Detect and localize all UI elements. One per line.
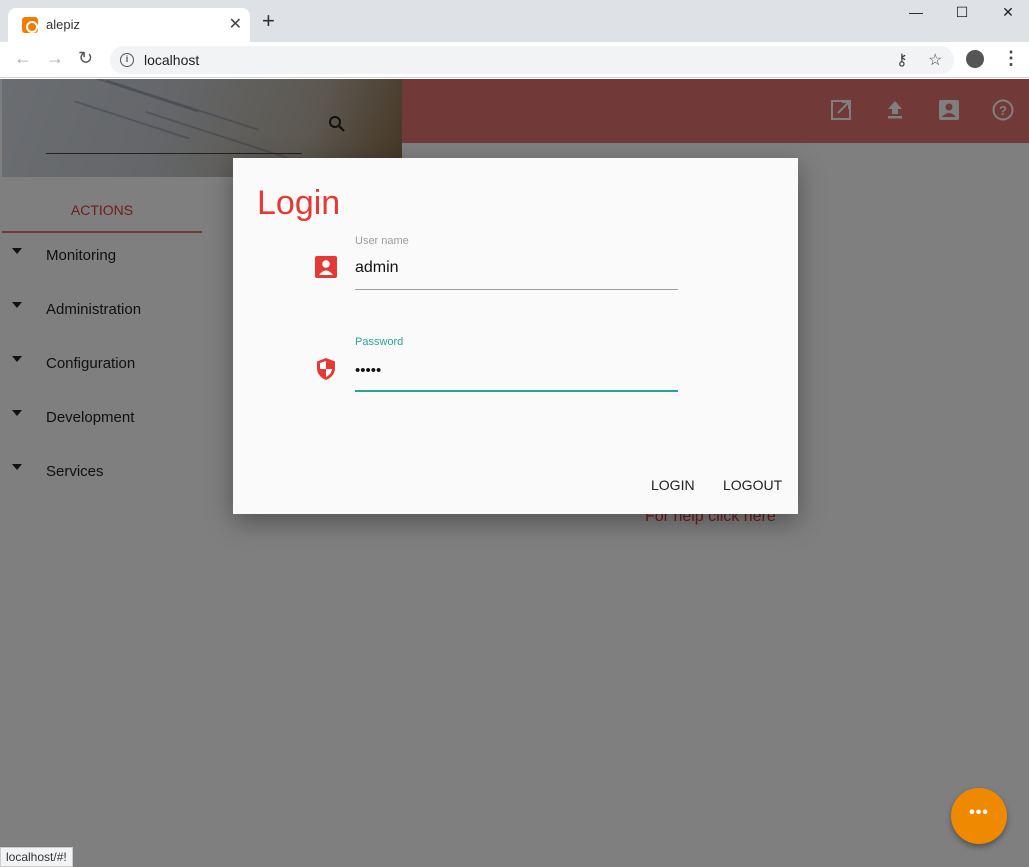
tab-title: alepiz: [46, 17, 80, 32]
tab-close-icon[interactable]: ✕: [229, 14, 242, 34]
username-underline: [355, 289, 678, 290]
username-field[interactable]: [355, 253, 678, 283]
star-icon[interactable]: ☆: [928, 50, 942, 70]
profile-icon[interactable]: [966, 50, 984, 68]
forward-arrow-icon[interactable]: →: [46, 48, 64, 69]
login-button[interactable]: LOGIN: [651, 477, 695, 493]
maximize-button[interactable]: ☐: [939, 4, 985, 21]
reload-icon[interactable]: ↻: [78, 48, 93, 69]
login-title: Login: [257, 184, 341, 222]
security-shield-icon: [315, 357, 337, 380]
login-dialog: Login User name Password LOGIN LOGOUT: [233, 158, 798, 514]
address-bar[interactable]: i localhost ⚷ ☆: [110, 46, 954, 74]
back-arrow-icon[interactable]: ←: [14, 48, 32, 69]
close-window-button[interactable]: ✕: [985, 4, 1029, 21]
site-info-icon[interactable]: i: [120, 53, 134, 67]
username-label: User name: [355, 235, 409, 247]
account-box-icon: [315, 256, 337, 278]
url-text[interactable]: localhost: [144, 52, 199, 68]
browser-toolbar: ← → ↻ i localhost ⚷ ☆ ⋮: [0, 42, 1029, 78]
more-horizontal-icon: •••: [969, 804, 989, 821]
menu-kebab-icon[interactable]: ⋮: [1002, 48, 1020, 69]
link-status-bar: localhost/#!: [0, 847, 73, 867]
key-icon[interactable]: ⚷: [896, 50, 908, 70]
password-underline: [355, 390, 678, 392]
new-tab-button[interactable]: +: [262, 10, 275, 32]
password-label: Password: [355, 336, 404, 348]
password-field[interactable]: [355, 355, 678, 385]
alepiz-favicon-icon: [22, 17, 38, 33]
browser-tab[interactable]: alepiz ✕: [8, 8, 250, 42]
minimize-button[interactable]: —: [893, 4, 939, 20]
browser-tabstrip: alepiz ✕ + — ☐ ✕: [0, 0, 1029, 42]
fab-menu-button[interactable]: •••: [951, 788, 1007, 844]
logout-button[interactable]: LOGOUT: [723, 477, 782, 493]
